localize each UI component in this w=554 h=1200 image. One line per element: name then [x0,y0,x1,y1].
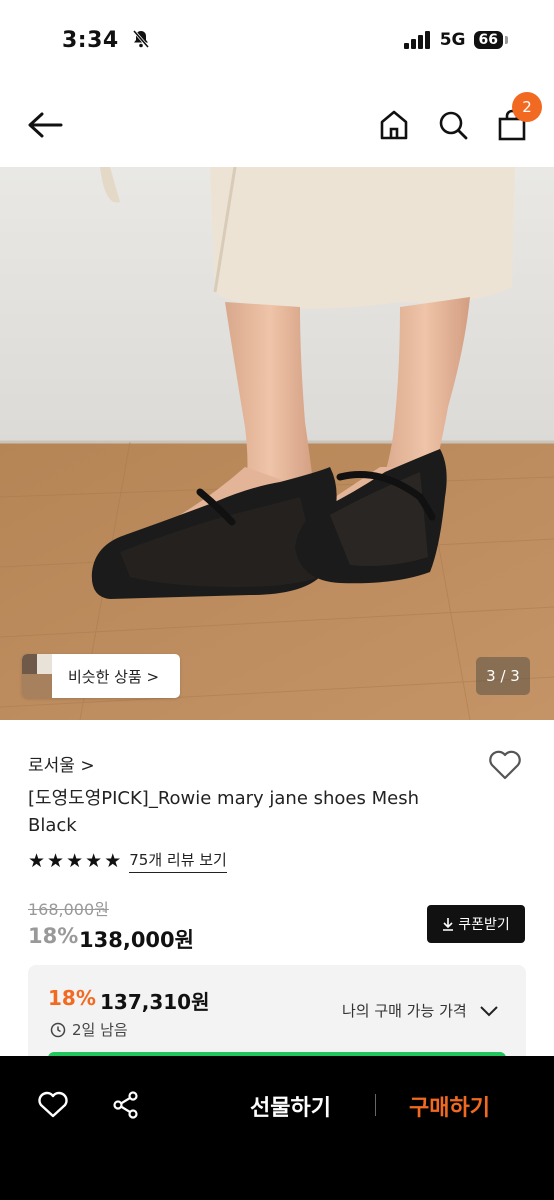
my-best-price-toggle[interactable]: 나의 구매 가능 가격 [342,1000,499,1021]
bottom-wishlist-button[interactable] [33,1085,73,1125]
product-title: [도영도영PICK]_Rowie mary jane shoes Mesh Bl… [28,788,419,836]
my-best-price-label: 나의 구매 가능 가격 [342,1002,467,1020]
coupon-label: 쿠폰받기 [458,917,510,933]
heart-icon [489,750,521,780]
arrow-left-icon [28,112,63,138]
battery-tip [505,36,508,44]
button-divider [375,1094,376,1116]
star-icon: ★ [28,849,46,872]
clock-icon [50,1022,66,1037]
image-counter: 3 / 3 [476,657,530,695]
wishlist-button[interactable] [485,745,525,785]
days-left-label: 2일 남음 [72,1021,128,1039]
home-icon [380,110,408,140]
back-button[interactable] [25,105,65,145]
product-image[interactable] [0,167,554,720]
search-icon [439,111,468,140]
bottom-action-bar [0,1056,554,1200]
similar-products-button[interactable]: 비슷한 상품 > [22,654,180,698]
download-icon [443,918,454,931]
heart-icon [38,1091,68,1118]
battery-level: 66 [473,31,503,49]
rating-row: ★ ★ ★ ★ ★ 75개 리뷰 보기 [28,849,227,873]
similar-products-label: 비슷한 상품 > [68,667,160,686]
star-icon: ★ [104,849,122,872]
buy-button[interactable]: 구매하기 [409,1090,490,1122]
brand-link[interactable]: 로서울 > [28,751,95,776]
network-type: 5G [439,30,466,50]
original-price: 168,000원 [28,900,109,919]
status-indicators: 5G 66 [403,30,508,50]
similar-thumbnail [22,654,52,698]
star-icon: ★ [66,849,84,872]
best-price: 137,310원 [100,990,210,1014]
star-icon: ★ [85,849,103,872]
status-time: 3:34 [62,28,151,53]
review-link[interactable]: 75개 리뷰 보기 [129,849,227,873]
gift-button[interactable]: 선물하기 [250,1090,331,1122]
signal-icon [403,31,430,49]
star-icon: ★ [47,849,65,872]
sale-price: 138,000원 [79,928,194,952]
search-button[interactable] [433,105,473,145]
discount-rate: 18% [28,924,79,948]
best-discount-rate: 18% [48,986,96,1010]
home-button[interactable] [374,105,414,145]
share-icon [113,1091,138,1119]
coupon-button[interactable]: 쿠폰받기 [427,905,525,943]
days-left: 2일 남음 [50,1019,128,1040]
bell-muted-icon [132,30,150,48]
cart-count-badge: 2 [512,92,542,122]
share-button[interactable] [106,1085,146,1125]
chevron-down-icon [480,1005,498,1016]
